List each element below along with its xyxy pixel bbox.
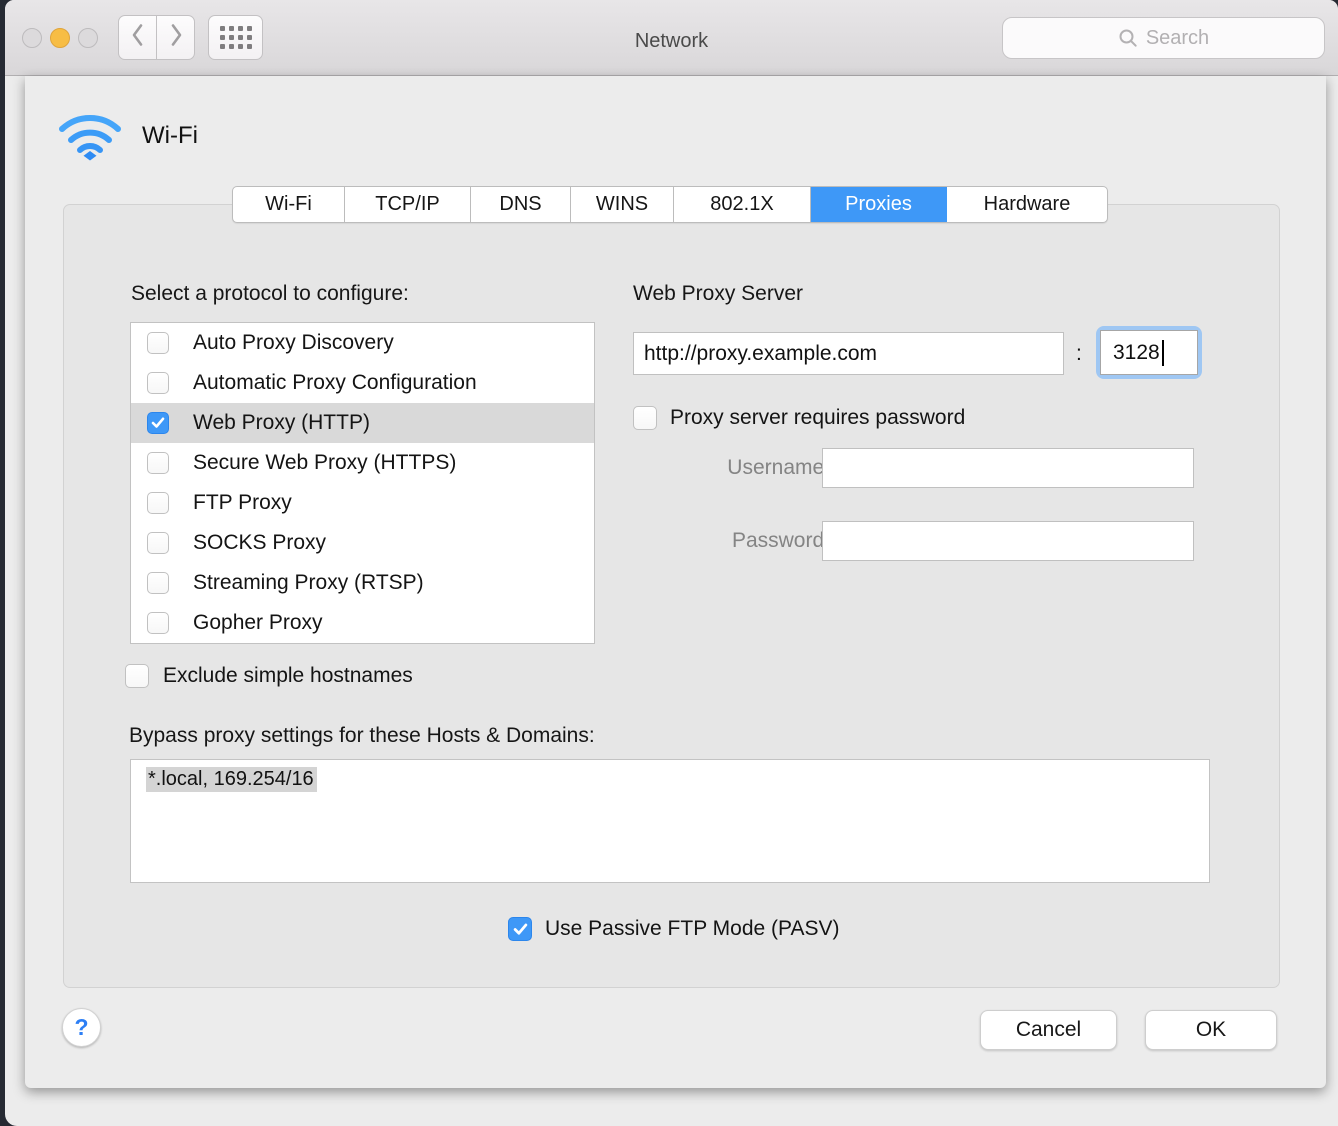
checkbox[interactable] xyxy=(147,532,169,554)
protocol-list: Auto Proxy Discovery Automatic Proxy Con… xyxy=(130,322,595,644)
protocol-label: Streaming Proxy (RTSP) xyxy=(193,571,424,595)
connection-name: Wi-Fi xyxy=(142,122,198,150)
protocol-row-web-proxy-http[interactable]: Web Proxy (HTTP) xyxy=(131,403,594,443)
requires-password-label: Proxy server requires password xyxy=(670,406,965,430)
text-caret xyxy=(1162,340,1164,366)
port-focus-ring: 3128 xyxy=(1096,326,1202,379)
checkbox-checked[interactable] xyxy=(147,412,169,434)
server-section-label: Web Proxy Server xyxy=(633,282,803,306)
exclude-hostnames-row[interactable]: Exclude simple hostnames xyxy=(125,664,413,688)
check-icon xyxy=(513,923,528,936)
checkbox[interactable] xyxy=(147,372,169,394)
tab-tcpip[interactable]: TCP/IP xyxy=(345,187,471,222)
protocol-label: Gopher Proxy xyxy=(193,611,323,635)
protocol-row-gopher-proxy[interactable]: Gopher Proxy xyxy=(131,603,594,643)
tab-8021x[interactable]: 802.1X xyxy=(674,187,811,222)
requires-password-checkbox[interactable] xyxy=(633,406,657,430)
protocol-list-label: Select a protocol to configure: xyxy=(131,282,409,306)
protocol-row-streaming-proxy-rtsp[interactable]: Streaming Proxy (RTSP) xyxy=(131,563,594,603)
protocol-label: Secure Web Proxy (HTTPS) xyxy=(193,451,456,475)
search-input[interactable]: Search xyxy=(1002,17,1325,59)
address-port-separator: : xyxy=(1076,342,1082,366)
tab-proxies[interactable]: Proxies xyxy=(811,187,947,222)
exclude-hostnames-checkbox[interactable] xyxy=(125,664,149,688)
passive-ftp-row[interactable]: Use Passive FTP Mode (PASV) xyxy=(508,917,839,941)
bypass-textarea[interactable]: *.local, 169.254/16 xyxy=(130,759,1210,883)
protocol-row-socks-proxy[interactable]: SOCKS Proxy xyxy=(131,523,594,563)
checkbox[interactable] xyxy=(147,452,169,474)
ok-button[interactable]: OK xyxy=(1145,1010,1277,1050)
password-label: Password: xyxy=(670,529,830,553)
checkbox[interactable] xyxy=(147,572,169,594)
proxy-address-value: http://proxy.example.com xyxy=(644,342,877,366)
protocol-label: Auto Proxy Discovery xyxy=(193,331,394,355)
protocol-label: Web Proxy (HTTP) xyxy=(193,411,370,435)
protocol-row-automatic-proxy-configuration[interactable]: Automatic Proxy Configuration xyxy=(131,363,594,403)
protocol-row-ftp-proxy[interactable]: FTP Proxy xyxy=(131,483,594,523)
username-label: Username: xyxy=(670,456,830,480)
search-placeholder: Search xyxy=(1146,27,1209,50)
question-mark-icon: ? xyxy=(74,1014,88,1041)
tab-wifi[interactable]: Wi-Fi xyxy=(233,187,345,222)
network-window: Network Search Wi-Fi xyxy=(5,0,1338,1126)
bypass-label: Bypass proxy settings for these Hosts & … xyxy=(129,724,595,748)
passive-ftp-label: Use Passive FTP Mode (PASV) xyxy=(545,917,839,941)
passive-ftp-checkbox[interactable] xyxy=(508,917,532,941)
checkbox[interactable] xyxy=(147,612,169,634)
checkbox[interactable] xyxy=(147,492,169,514)
tab-dns[interactable]: DNS xyxy=(471,187,571,222)
tab-wins[interactable]: WINS xyxy=(571,187,674,222)
cancel-button[interactable]: Cancel xyxy=(980,1010,1117,1050)
window-toolbar: Network Search xyxy=(5,0,1338,76)
wifi-icon xyxy=(58,109,122,163)
protocol-row-auto-proxy-discovery[interactable]: Auto Proxy Discovery xyxy=(131,323,594,363)
protocol-label: Automatic Proxy Configuration xyxy=(193,371,477,395)
bypass-value: *.local, 169.254/16 xyxy=(146,767,317,792)
exclude-hostnames-label: Exclude simple hostnames xyxy=(163,664,413,688)
proxy-address-input[interactable]: http://proxy.example.com xyxy=(633,332,1064,375)
help-button[interactable]: ? xyxy=(62,1008,101,1047)
check-icon xyxy=(151,417,165,429)
checkbox[interactable] xyxy=(147,332,169,354)
tab-hardware[interactable]: Hardware xyxy=(947,187,1107,222)
connection-header: Wi-Fi xyxy=(58,109,198,163)
requires-password-row[interactable]: Proxy server requires password xyxy=(633,406,965,430)
proxy-port-value: 3128 xyxy=(1113,341,1160,365)
protocol-row-secure-web-proxy-https[interactable]: Secure Web Proxy (HTTPS) xyxy=(131,443,594,483)
protocol-label: SOCKS Proxy xyxy=(193,531,326,555)
search-icon xyxy=(1118,28,1138,48)
username-input[interactable] xyxy=(822,448,1194,488)
tab-bar: Wi-Fi TCP/IP DNS WINS 802.1X Proxies Har… xyxy=(232,186,1108,223)
password-input[interactable] xyxy=(822,521,1194,561)
screenshot: Network Search Wi-Fi xyxy=(0,0,1338,1126)
proxy-port-input[interactable]: 3128 xyxy=(1100,330,1198,375)
protocol-label: FTP Proxy xyxy=(193,491,292,515)
proxies-sheet: Wi-Fi Wi-Fi TCP/IP DNS WINS 802.1X Proxi… xyxy=(25,76,1326,1088)
